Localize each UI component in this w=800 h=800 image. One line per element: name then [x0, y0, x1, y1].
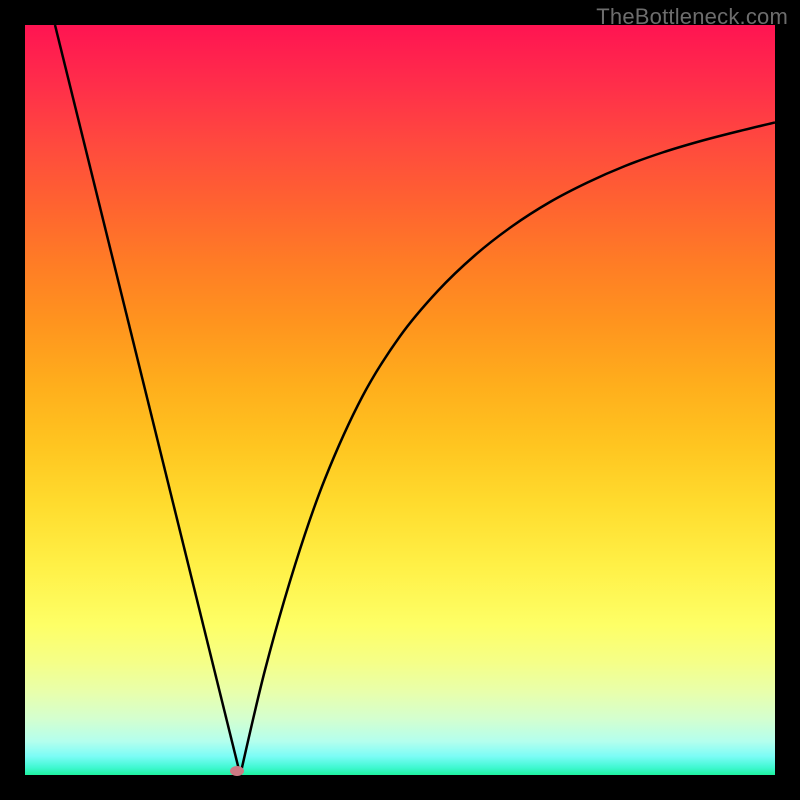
- right-branch-curve: [240, 123, 775, 776]
- chart-container: TheBottleneck.com: [0, 0, 800, 800]
- plot-area: [25, 25, 775, 775]
- left-branch-line: [55, 25, 240, 775]
- optimum-marker: [230, 766, 244, 776]
- curve-layer: [25, 25, 775, 775]
- watermark-text: TheBottleneck.com: [596, 4, 788, 30]
